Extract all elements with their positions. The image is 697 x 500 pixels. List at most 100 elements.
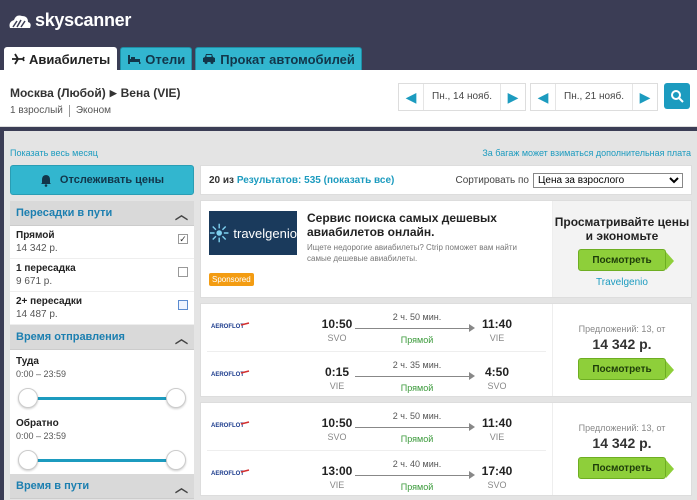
checkbox[interactable]: ✓ <box>178 234 188 244</box>
section-title: Время отправления <box>16 331 125 343</box>
time-label: Туда <box>16 356 39 367</box>
show-month-link[interactable]: Показать весь месяц <box>10 148 98 158</box>
departure-time-header[interactable]: Время отправления ︿ <box>10 325 194 350</box>
stop-option-one[interactable]: 1 пересадка 9 671 р. <box>10 259 194 292</box>
aeroflot-logo: AEROFLOT <box>211 370 250 378</box>
option-label: 1 пересадка <box>16 263 76 274</box>
search-summary: Москва (Любой) ▶ Вена (VIE) 1 взрослый Э… <box>0 70 697 127</box>
track-label: Отслеживать цены <box>59 174 165 186</box>
stop-option-direct[interactable]: Прямой 14 342 р. ✓ <box>10 226 194 259</box>
duration-filter-header[interactable]: Время в пути ︿ <box>10 474 194 499</box>
flight-duration: 2 ч. 35 мин. <box>392 360 442 370</box>
flight-duration: 2 ч. 40 мин. <box>392 459 442 469</box>
return-date-picker: ◀ Пн., 21 нояб. ▶ <box>530 83 658 111</box>
sponsored-badge: Sponsored <box>209 273 254 286</box>
top-header: skyscanner Авиабилеты Отели Прокат автом… <box>0 0 697 70</box>
outbound-leg: AEROFLOT 10:50 SVO 2 ч. 50 мин. Прямой 1… <box>207 403 546 450</box>
brand-name: skyscanner <box>35 10 132 30</box>
return-date[interactable]: Пн., 21 нояб. <box>555 84 633 110</box>
route-line <box>355 324 475 332</box>
stops-filter-header[interactable]: Пересадки в пути ︿ <box>10 201 194 226</box>
search-button[interactable] <box>664 83 690 109</box>
cabin-class: Эконом <box>75 105 112 116</box>
flight-result[interactable]: AEROFLOT 10:50 SVO 2 ч. 50 мин. Прямой 1… <box>200 402 692 496</box>
ad-cta: Просматривайте цены и экономьте Посмотре… <box>553 201 691 297</box>
skyscanner-logo[interactable]: skyscanner <box>6 10 131 31</box>
results-panel: 20 из Результатов: 535 (показать все) Со… <box>200 165 692 496</box>
slider-handle-max[interactable] <box>166 450 186 470</box>
tab-label: Отели <box>145 51 186 67</box>
outbound-date-picker: ◀ Пн., 14 нояб. ▶ <box>398 83 526 111</box>
route[interactable]: Москва (Любой) ▶ Вена (VIE) <box>10 86 181 100</box>
next-date-icon[interactable]: ▶ <box>633 89 657 106</box>
view-flight-button[interactable]: Посмотреть <box>578 358 674 380</box>
option-label: 2+ пересадки <box>16 296 83 307</box>
sort-control: Сортировать по Цена за взрослого <box>455 172 683 188</box>
sort-select[interactable]: Цена за взрослого <box>533 172 683 188</box>
tab-hotels[interactable]: Отели <box>120 47 193 70</box>
results-count: 20 из Результатов: 535 (показать все) <box>209 175 394 186</box>
ad-cta-title: Просматривайте цены и экономьте <box>554 215 690 243</box>
return-time-slider[interactable] <box>18 450 186 470</box>
ad-description: Ищете недорогие авиабилеты? Ctrip поможе… <box>307 243 518 263</box>
outbound-time-filter: Туда 0:00 – 23:59 <box>10 350 194 412</box>
outbound-date[interactable]: Пн., 14 нояб. <box>423 84 501 110</box>
time-label: Обратно <box>16 418 59 429</box>
bed-icon <box>128 54 141 64</box>
slider-handle-min[interactable] <box>18 450 38 470</box>
arrow-right-icon: ▶ <box>109 87 117 98</box>
next-date-icon[interactable]: ▶ <box>501 89 525 106</box>
departure-time: 10:50 <box>321 416 353 430</box>
passenger-info[interactable]: 1 взрослый Эконом <box>10 105 111 117</box>
show-all-link[interactable]: Результатов: 535 (показать все) <box>237 175 395 186</box>
tab-label: Прокат автомобилей <box>220 51 355 67</box>
route-line <box>355 372 475 380</box>
plane-icon <box>12 53 25 65</box>
passengers: 1 взрослый <box>10 105 63 116</box>
return-leg: AEROFLOT 0:15 VIE 2 ч. 35 мин. Прямой 4:… <box>207 351 546 398</box>
divider <box>68 105 70 117</box>
cloud-icon <box>9 15 31 28</box>
arrival-airport: VIE <box>489 333 505 343</box>
product-tabs: Авиабилеты Отели Прокат автомобилей <box>4 47 362 70</box>
prev-date-icon[interactable]: ◀ <box>531 89 555 106</box>
outbound-time-slider[interactable] <box>18 388 186 408</box>
tab-flights[interactable]: Авиабилеты <box>4 47 118 70</box>
stop-option-two-plus[interactable]: 2+ пересадки 14 487 р. <box>10 292 194 325</box>
departure-airport: SVO <box>327 333 347 343</box>
slider-handle-max[interactable] <box>166 388 186 408</box>
search-icon <box>671 90 684 103</box>
airline-name: AEROFLOT <box>211 372 244 378</box>
aeroflot-logo: AEROFLOT <box>211 421 250 429</box>
route-line <box>355 471 475 479</box>
prev-date-icon[interactable]: ◀ <box>399 89 423 106</box>
arrival-time: 4:50 <box>484 365 510 379</box>
ad-link[interactable]: Travelgenio <box>553 277 691 288</box>
airline-name: AEROFLOT <box>211 471 244 477</box>
checkbox[interactable] <box>178 267 188 277</box>
offers-count: Предложений: 13, от <box>578 423 666 433</box>
slider-handle-min[interactable] <box>18 388 38 408</box>
option-price: 9 671 р. <box>16 276 53 287</box>
slider-track <box>28 459 176 462</box>
arrival-time: 11:40 <box>481 317 513 331</box>
aeroflot-logo: AEROFLOT <box>211 322 250 330</box>
flight-result[interactable]: AEROFLOT 10:50 SVO 2 ч. 50 мин. Прямой 1… <box>200 303 692 397</box>
view-flight-button[interactable]: Посмотреть <box>578 457 674 479</box>
departure-airport: SVO <box>327 432 347 442</box>
ad-content[interactable]: travelgenio Sponsored Сервис поиска самы… <box>201 201 553 297</box>
view-deal-button[interactable]: Посмотреть <box>578 249 674 271</box>
time-range: 0:00 – 23:59 <box>16 431 67 441</box>
results-header: 20 из Результатов: 535 (показать все) Со… <box>200 165 692 195</box>
checkbox[interactable] <box>178 300 188 310</box>
tab-car-rental[interactable]: Прокат автомобилей <box>195 47 362 70</box>
filters-sidebar: Отслеживать цены Пересадки в пути ︿ Прям… <box>10 165 194 499</box>
stops-info: Прямой <box>400 434 434 444</box>
arrival-airport: SVO <box>487 381 507 391</box>
sort-label: Сортировать по <box>455 174 529 186</box>
arrival-airport: SVO <box>487 480 507 490</box>
departure-airport: VIE <box>329 381 345 391</box>
baggage-fee-link[interactable]: За багаж может взиматься дополнительная … <box>482 148 691 158</box>
track-prices-button[interactable]: Отслеживать цены <box>10 165 194 195</box>
route-line <box>355 423 475 431</box>
